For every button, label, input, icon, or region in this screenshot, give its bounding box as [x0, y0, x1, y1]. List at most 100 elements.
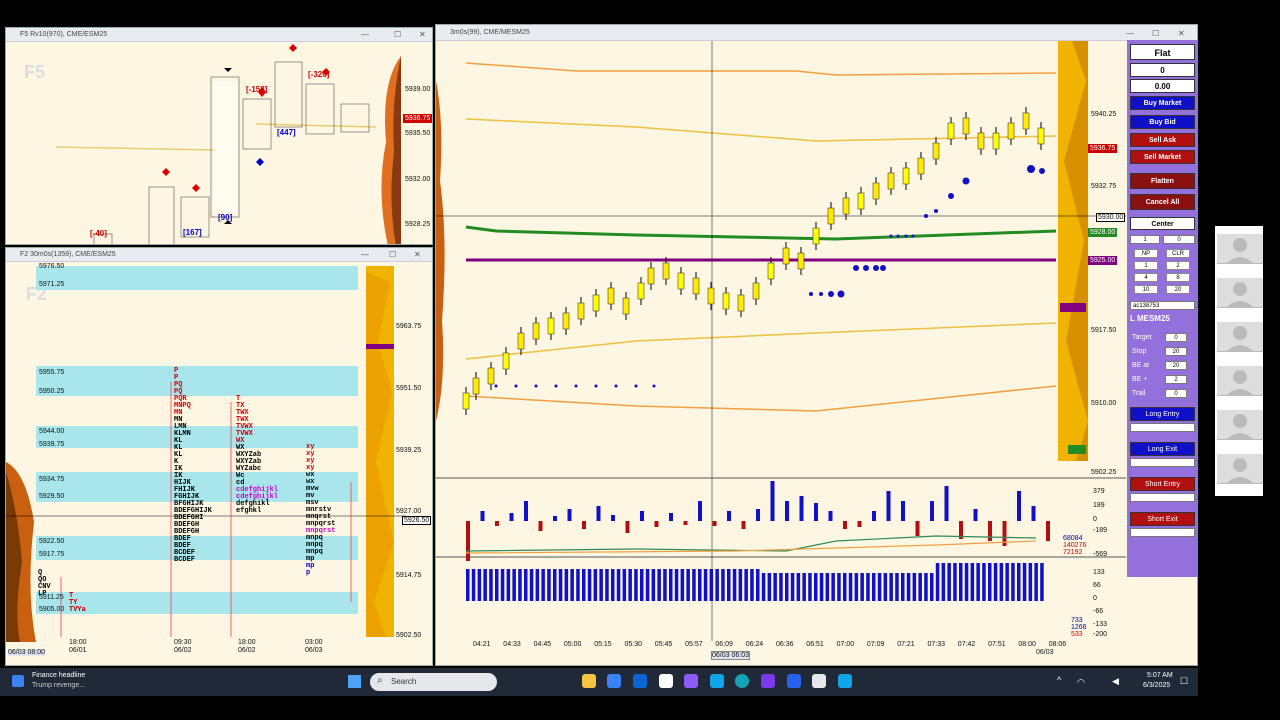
clock-date[interactable]: 6/3/2025 [1143, 682, 1170, 689]
quick-np-button[interactable]: NP [1134, 249, 1158, 258]
volume-bar [703, 569, 708, 601]
vol-stat-2: 1266 [1071, 624, 1087, 631]
qty-input[interactable]: 1 [1130, 235, 1160, 244]
volume-bar [524, 569, 528, 601]
short-entry-button[interactable]: Short Entry [1130, 477, 1195, 491]
news-widget-icon[interactable] [12, 675, 24, 687]
quick-20-button[interactable]: 20 [1166, 285, 1190, 294]
participant-avatar[interactable] [1217, 410, 1263, 440]
long-exit-button[interactable]: Long Exit [1130, 442, 1195, 456]
cancel-all-button[interactable]: Cancel All [1130, 194, 1195, 210]
chart-app-icon[interactable] [838, 674, 852, 688]
candle-body [722, 292, 730, 310]
photos-icon[interactable] [710, 674, 724, 688]
volume-bar [935, 563, 940, 601]
close-button[interactable]: ✕ [419, 28, 426, 42]
volume-bar [964, 563, 969, 601]
f5-price-4: 5932.00 [405, 176, 431, 183]
short-entry-select[interactable] [1130, 493, 1195, 502]
tray-chevron-icon[interactable]: ^ [1057, 675, 1061, 685]
maximize-button[interactable]: ☐ [389, 248, 396, 262]
participant-avatar[interactable] [1217, 322, 1263, 352]
participant-avatar[interactable] [1217, 366, 1263, 396]
start-button[interactable] [348, 675, 361, 688]
trading-app-icon[interactable] [812, 674, 826, 688]
f2-left-price-2: 5971.25 [39, 281, 65, 288]
volume-bar [616, 569, 621, 601]
volume-bar [866, 573, 870, 601]
news-title[interactable]: Finance headline [32, 672, 85, 679]
close-button[interactable]: ✕ [414, 248, 421, 262]
trail-input[interactable]: 0 [1165, 389, 1187, 398]
volume-bar [889, 573, 893, 601]
edge-icon[interactable] [735, 674, 749, 688]
vol-axis-3: 0 [1093, 595, 1097, 602]
delta-bar [495, 521, 499, 526]
volume-icon[interactable]: ◀ [1112, 676, 1119, 687]
quick-clr-button[interactable]: CLR [1166, 249, 1190, 258]
f5-titlebar: F5 Rv10(970), CME/ESM25 — ☐ ✕ [6, 28, 432, 42]
minimize-button[interactable]: — [361, 248, 369, 262]
volume-bar [930, 573, 934, 601]
volume-bar [622, 569, 627, 601]
sell-ask-button[interactable]: Sell Ask [1130, 133, 1195, 147]
long-exit-select[interactable] [1130, 458, 1195, 467]
file-explorer-icon[interactable] [582, 674, 596, 688]
taskbar: Finance headline Trump revenge... ⌕ Sear… [0, 668, 1198, 696]
delta-bar [1017, 491, 1021, 521]
main-price-current: 5936.75 [1088, 144, 1118, 153]
price-chart[interactable] [436, 41, 1126, 661]
outlook-icon[interactable] [633, 674, 647, 688]
quick-10-button[interactable]: 10 [1134, 285, 1158, 294]
candle-body [962, 117, 970, 135]
f5-price-current: 5936.75 [403, 114, 432, 123]
copilot-icon[interactable] [684, 674, 698, 688]
wifi-icon[interactable]: ◠ [1077, 677, 1085, 688]
time-label: 06:09 [715, 641, 733, 648]
short-exit-select[interactable] [1130, 528, 1195, 537]
minimize-button[interactable]: — [361, 28, 369, 42]
volume-bar [518, 569, 522, 601]
quick-8-button[interactable]: 8 [1166, 273, 1190, 282]
maximize-button[interactable]: ☐ [394, 28, 401, 42]
buy-bid-button[interactable]: Buy Bid [1130, 115, 1195, 129]
store-icon[interactable] [607, 674, 621, 688]
visual-studio-icon[interactable] [761, 674, 775, 688]
long-entry-select[interactable] [1130, 423, 1195, 432]
participant-avatar[interactable] [1217, 234, 1263, 264]
notification-icon[interactable]: ☐ [1180, 676, 1188, 687]
flatten-button[interactable]: Flatten [1130, 173, 1195, 189]
chatgpt-icon[interactable] [659, 674, 673, 688]
news-subtitle[interactable]: Trump revenge... [32, 682, 85, 689]
short-exit-button[interactable]: Short Exit [1130, 512, 1195, 526]
search-box[interactable]: ⌕ Search [370, 673, 497, 691]
account-select[interactable]: ac138753 [1130, 301, 1195, 310]
volume-bar [773, 573, 777, 601]
volume-bar [1011, 563, 1015, 601]
zoom-icon[interactable] [787, 674, 801, 688]
be-plus-input[interactable]: 2 [1165, 375, 1187, 384]
participant-avatar[interactable] [1217, 454, 1263, 484]
candle-body [662, 262, 670, 280]
buy-market-button[interactable]: Buy Market [1130, 96, 1195, 110]
target-input[interactable]: 0 [1165, 333, 1187, 342]
time-label: 05:57 [685, 641, 703, 648]
volume-bar [669, 569, 673, 601]
volume-bar [599, 569, 603, 601]
clock-time[interactable]: 5:07 AM [1147, 672, 1173, 679]
qty-input-2[interactable]: 0 [1163, 235, 1195, 244]
be-at-input[interactable]: 20 [1165, 361, 1187, 370]
sell-market-button[interactable]: Sell Market [1130, 150, 1195, 164]
volume-bar [529, 569, 534, 601]
delta-axis-2: 189 [1093, 502, 1105, 509]
long-entry-button[interactable]: Long Entry [1130, 407, 1195, 421]
stop-input[interactable]: 20 [1165, 347, 1187, 356]
volume-bar [605, 569, 609, 601]
quick-1-button[interactable]: 1 [1134, 261, 1158, 270]
participant-avatar[interactable] [1217, 278, 1263, 308]
volume-bar [901, 573, 905, 601]
quick-4-button[interactable]: 4 [1134, 273, 1158, 282]
volume-bar [663, 569, 667, 601]
quick-2-button[interactable]: 2 [1166, 261, 1190, 270]
center-button[interactable]: Center [1130, 217, 1195, 230]
